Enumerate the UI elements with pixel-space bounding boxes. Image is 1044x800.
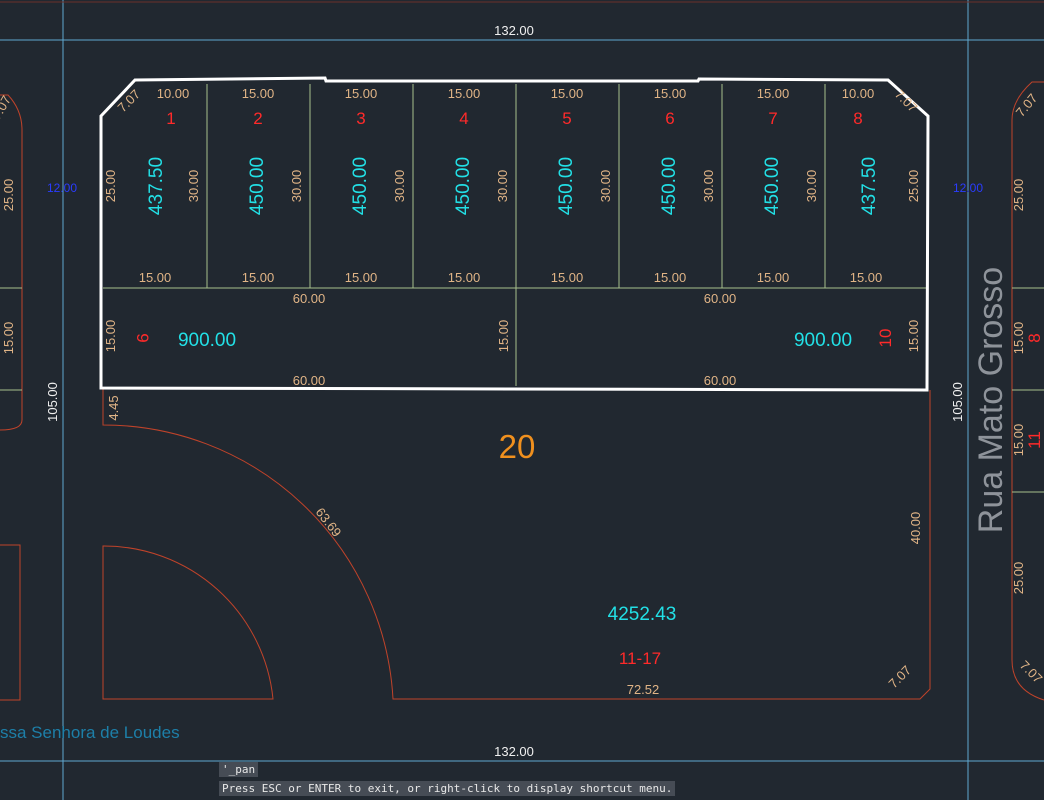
adjacent-right-1: 25.00 (1011, 179, 1026, 212)
command-history: '_pan (219, 762, 259, 777)
lot-8-front: 10.00 (842, 86, 875, 101)
lot-1-front: 10.00 (157, 86, 190, 101)
block-20-boundary (0, 1, 1044, 700)
adjacent-left-top: 7.07 (0, 93, 14, 122)
lot-1-number: 1 (166, 109, 175, 128)
lot-7-number: 7 (768, 109, 777, 128)
lot-9-area: 900.00 (178, 330, 236, 351)
dim-bottom: 132.00 (494, 744, 534, 759)
blue-label-right: 12.00 (953, 181, 983, 195)
lot-6-back: 15.00 (654, 270, 687, 285)
lot-10-bottom: 60.00 (704, 373, 737, 388)
lot-5-side: 30.00 (495, 170, 510, 203)
dim-right: 105.00 (950, 382, 965, 422)
lot-5-back: 15.00 (551, 270, 584, 285)
lot-7-area: 450.00 (762, 157, 783, 215)
blue-label-left: 12.00 (47, 181, 77, 195)
lot-3-front: 15.00 (345, 86, 378, 101)
lot-8-number: 8 (853, 109, 862, 128)
lot-4-area: 450.00 (453, 157, 474, 215)
bottom-edge: 72.52 (627, 682, 660, 697)
street-name-bottom: ssa Senhora de Loudes (0, 723, 180, 742)
dim-top: 132.00 (494, 23, 534, 38)
adjacent-left-1: 25.00 (1, 179, 16, 212)
block-number: 20 (499, 428, 536, 465)
lot-10-top: 60.00 (704, 291, 737, 306)
lot-1-side: 25.00 (103, 170, 118, 203)
lot-6-number: 6 (665, 109, 674, 128)
dim-left: 105.00 (45, 382, 60, 422)
street-name: Rua Mato Grosso (972, 267, 1010, 533)
remainder-area: 4252.43 (608, 604, 677, 625)
lot-2-back: 15.00 (242, 270, 275, 285)
remainder-lots: 11-17 (619, 649, 661, 668)
lot-7-side: 30.00 (701, 170, 716, 203)
lot-9-side: 15.00 (103, 320, 118, 353)
lot-1-area: 437.50 (146, 157, 167, 215)
adjacent-right-chamfer-bottom: 7.07 (1017, 658, 1044, 687)
lot-4-front: 15.00 (448, 86, 481, 101)
lot-2-front: 15.00 (242, 86, 275, 101)
lot-4-side: 30.00 (392, 170, 407, 203)
lot-8-back: 15.00 (850, 270, 883, 285)
lot-8-side: 30.00 (804, 170, 819, 203)
lot-9-number: 9 (133, 333, 152, 342)
right-edge: 40.00 (908, 512, 923, 545)
lot-9-bottom: 60.00 (293, 373, 326, 388)
lot-4-back: 15.00 (448, 270, 481, 285)
lot-3-number: 3 (356, 109, 365, 128)
lot-10-number: 10 (876, 329, 895, 348)
lot-10-side: 15.00 (906, 320, 921, 353)
lot-6-area: 450.00 (659, 157, 680, 215)
arc-length: 63.69 (313, 505, 345, 540)
lot-3-area: 450.00 (350, 157, 371, 215)
adjacent-right-4: 25.00 (1011, 562, 1026, 595)
lot-2-number: 2 (253, 109, 262, 128)
lot-3-back: 15.00 (345, 270, 378, 285)
adjacent-left-2: 15.00 (1, 322, 16, 355)
lot-10-area: 900.00 (794, 330, 852, 351)
command-prompt[interactable]: Press ESC or ENTER to exit, or right-cli… (219, 781, 676, 796)
drawing-canvas[interactable]: 132.00 132.00 105.00 105.00 Rua Mato Grosso s… (0, 0, 1044, 800)
adjacent-right-red-1: 8 (1025, 333, 1044, 342)
corner-bottom-right: 7.07 (886, 663, 915, 692)
lot-3-side: 30.00 (289, 170, 304, 203)
chamfer-left: 7.07 (115, 87, 144, 116)
lot-7-back: 15.00 (757, 270, 790, 285)
adjacent-right-2: 15.00 (1011, 322, 1026, 355)
lot-9-inner-side: 15.00 (496, 320, 511, 353)
lot-6-front: 15.00 (654, 86, 687, 101)
lot-6-side: 30.00 (598, 170, 613, 203)
lot-5-number: 5 (562, 109, 571, 128)
lot-7-front: 15.00 (757, 86, 790, 101)
adjacent-right-red-2: 11 (1025, 431, 1044, 449)
lot-5-area: 450.00 (556, 157, 577, 215)
left-offset: 4.45 (106, 395, 121, 420)
lot-9-top: 60.00 (293, 291, 326, 306)
adjacent-right-chamfer-top: 7.07 (1013, 91, 1041, 120)
lot-4-number: 4 (459, 109, 468, 128)
lot-1-back: 15.00 (139, 270, 172, 285)
chamfer-right: 7.07 (892, 87, 921, 116)
adjacent-right-3: 15.00 (1011, 424, 1026, 457)
lot-8-area: 437.50 (859, 157, 880, 215)
lot-5-front: 15.00 (551, 86, 584, 101)
lot-2-side: 30.00 (186, 170, 201, 203)
lot-8-right-side: 25.00 (906, 170, 921, 203)
lot-2-area: 450.00 (247, 157, 268, 215)
